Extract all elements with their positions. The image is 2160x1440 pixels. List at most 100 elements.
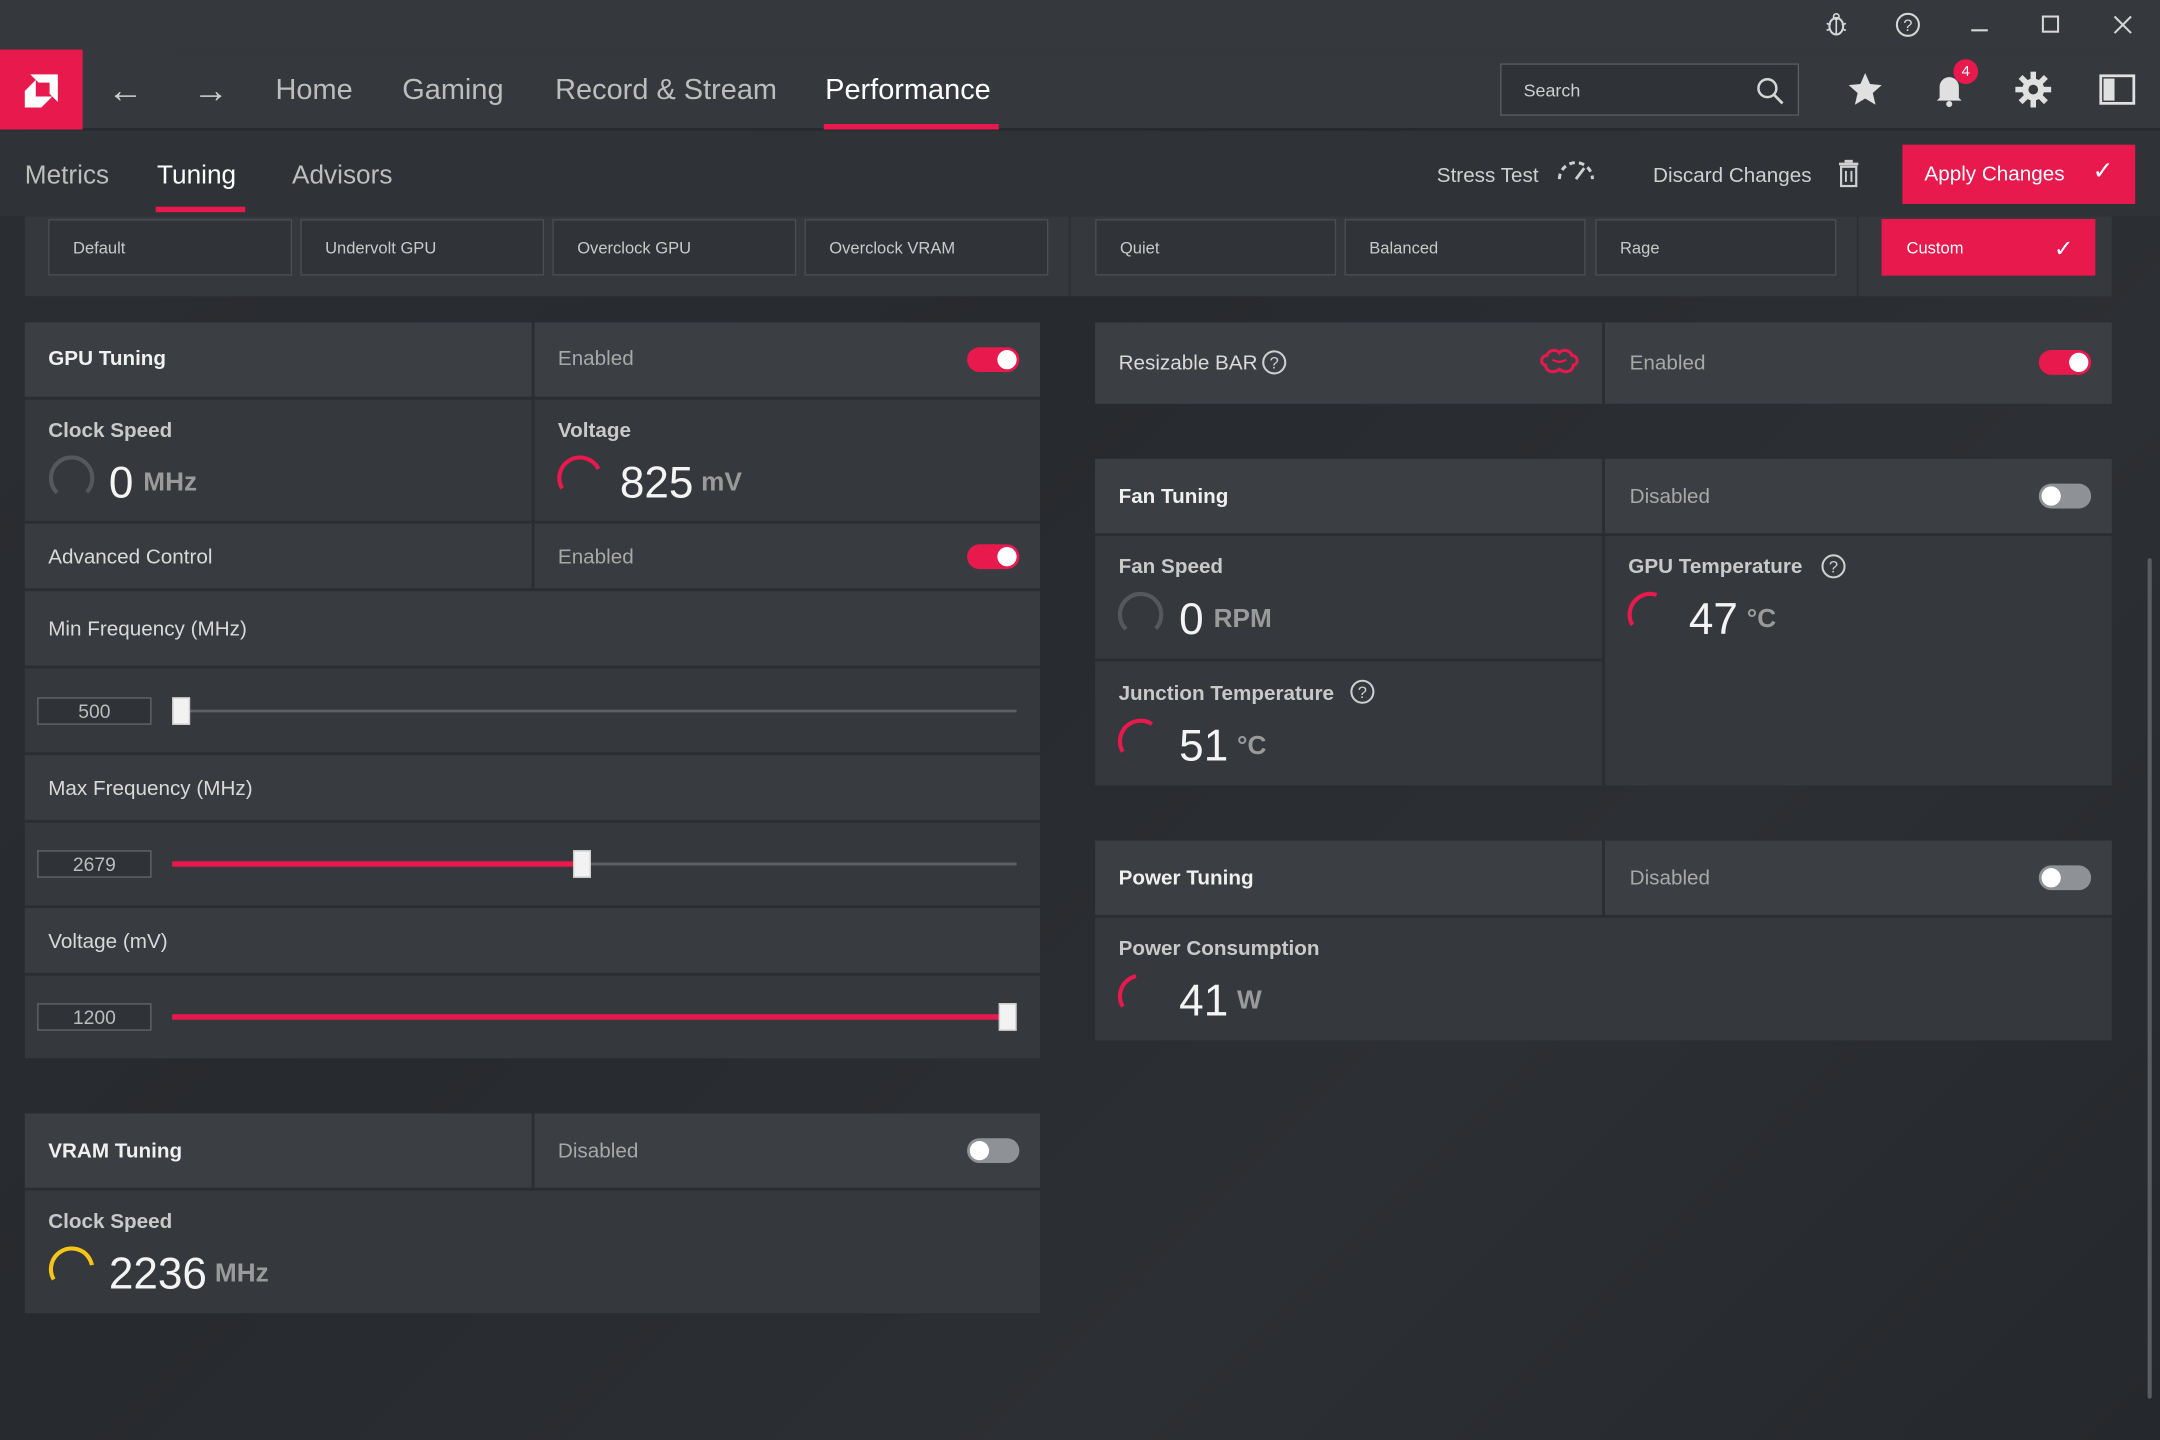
advanced-control-status: Enabled	[557, 545, 634, 570]
preset-row: Default Undervolt GPU Overclock GPU Over…	[24, 216, 2112, 297]
preset-overclock-vram[interactable]: Overclock VRAM	[804, 219, 1049, 276]
voltage-slider-row: Voltage (mV)	[24, 908, 1041, 973]
nav-gaming[interactable]: Gaming	[402, 74, 503, 107]
fan-tuning-header: Fan Tuning Disabled	[1095, 458, 2112, 534]
nav-record-stream[interactable]: Record & Stream	[555, 74, 777, 107]
preset-default[interactable]: Default	[48, 219, 293, 276]
vram-tuning-panel: VRAM Tuning Disabled Clock Speed 2236 MH…	[24, 1113, 1041, 1314]
fan-speed-value: 0	[1179, 593, 1204, 644]
close-icon[interactable]	[2106, 8, 2139, 41]
min-frequency-slider-thumb[interactable]	[172, 697, 191, 725]
help-circle-icon[interactable]: ?	[1820, 553, 1848, 581]
voltage-slider-thumb[interactable]	[998, 1003, 1017, 1031]
bug-report-icon[interactable]	[1820, 8, 1853, 41]
fan-tuning-status: Disabled	[1629, 485, 1711, 509]
min-frequency-input[interactable]: 500	[37, 697, 152, 725]
power-consumption-gauge-icon	[1117, 973, 1164, 1020]
voltage-input[interactable]: 1200	[37, 1003, 152, 1031]
power-consumption-unit: W	[1237, 986, 1262, 1016]
speedometer-icon[interactable]	[1555, 157, 1596, 185]
help-circle-icon[interactable]: ?	[1349, 678, 1377, 706]
amd-logo-icon[interactable]	[0, 49, 83, 130]
gpu-tuning-panel: GPU Tuning Enabled Clock Speed 0 MHz Vol…	[24, 322, 1041, 1059]
minimize-icon[interactable]	[1963, 8, 1996, 41]
star-favorite-icon[interactable]	[1845, 69, 1886, 110]
preset-custom-label: Custom	[1906, 238, 1964, 258]
max-frequency-row: Max Frequency (MHz)	[24, 755, 1041, 820]
help-circle-icon[interactable]: ?	[1891, 8, 1924, 41]
max-frequency-fill	[172, 861, 582, 867]
preset-custom[interactable]: Custom ✓	[1881, 219, 2096, 276]
clock-speed-unit: MHz	[143, 468, 198, 498]
fan-speed-unit: RPM	[1213, 604, 1272, 634]
svg-text:?: ?	[1270, 354, 1279, 373]
search-input[interactable]	[1501, 64, 1750, 115]
resizable-bar-panel: Resizable BAR ? Enabled	[1095, 322, 2112, 404]
max-frequency-input[interactable]: 2679	[37, 850, 152, 878]
tab-metrics[interactable]: Metrics	[25, 161, 109, 191]
apply-changes-label: Apply Changes	[1924, 162, 2065, 187]
tab-advisors[interactable]: Advisors	[292, 161, 392, 191]
row-divider	[1095, 658, 1603, 662]
preset-undervolt-gpu[interactable]: Undervolt GPU	[300, 219, 545, 276]
cell-divider	[531, 523, 535, 589]
sidebar-panel-icon[interactable]	[2097, 69, 2138, 110]
maximize-icon[interactable]	[2035, 8, 2068, 41]
preset-overclock-gpu[interactable]: Overclock GPU	[552, 219, 797, 276]
forward-arrow-icon[interactable]: →	[190, 69, 231, 110]
max-frequency-slider-thumb[interactable]	[573, 850, 591, 878]
help-circle-icon[interactable]: ?	[1260, 349, 1288, 377]
min-frequency-label: Min Frequency (MHz)	[48, 617, 247, 641]
preset-balanced[interactable]: Balanced	[1344, 219, 1586, 276]
vram-tuning-toggle[interactable]	[967, 1138, 1020, 1164]
junction-temperature-unit: °C	[1237, 731, 1267, 761]
clock-speed-label: Clock Speed	[48, 418, 173, 443]
search-icon[interactable]	[1755, 76, 1785, 106]
apply-changes-button[interactable]: Apply Changes ✓	[1902, 144, 2136, 204]
voltage-value: 825	[619, 457, 694, 508]
junction-temperature-label: Junction Temperature	[1118, 682, 1335, 706]
vram-tuning-status: Disabled	[557, 1139, 639, 1164]
svg-text:?: ?	[1903, 16, 1912, 35]
clock-speed-value: 0	[108, 457, 134, 508]
preset-quiet[interactable]: Quiet	[1095, 219, 1337, 276]
nav-home[interactable]: Home	[276, 74, 353, 107]
preset-rage[interactable]: Rage	[1595, 219, 1837, 276]
fan-speed-label: Fan Speed	[1118, 555, 1224, 579]
top-navigation: ← → Home Gaming Record & Stream Performa…	[0, 49, 2160, 130]
vram-clock-gauge-icon	[48, 1246, 95, 1292]
gear-icon[interactable]	[2013, 69, 2054, 110]
scrollbar[interactable]	[2147, 558, 2152, 1399]
power-tuning-toggle[interactable]	[2038, 865, 2092, 891]
preset-divider	[1856, 216, 1859, 297]
row-divider	[24, 665, 1041, 669]
cell-divider	[1602, 536, 1605, 786]
cell-divider	[531, 1113, 535, 1188]
gpu-tuning-status: Enabled	[557, 347, 634, 371]
back-arrow-icon[interactable]: ←	[105, 69, 146, 110]
advanced-control-toggle[interactable]	[967, 544, 1020, 570]
gpu-temperature-unit: °C	[1746, 604, 1777, 634]
resizable-bar-toggle[interactable]	[2038, 350, 2092, 375]
search-box	[1500, 63, 1800, 116]
gpu-temperature-label: GPU Temperature	[1628, 555, 1803, 579]
checkmark-icon: ✓	[2053, 235, 2074, 262]
trash-icon[interactable]	[1835, 158, 1863, 188]
preset-divider	[1068, 216, 1071, 297]
stress-test-button[interactable]: Stress Test	[1437, 164, 1539, 187]
discard-changes-button[interactable]: Discard Changes	[1653, 164, 1812, 187]
vram-clock-speed-unit: MHz	[214, 1259, 269, 1289]
gpu-tuning-title: GPU Tuning	[48, 347, 167, 371]
nav-performance[interactable]: Performance	[825, 74, 991, 107]
gpu-temperature-value: 47	[1688, 593, 1738, 644]
tab-tuning[interactable]: Tuning	[157, 161, 236, 191]
fan-tuning-toggle[interactable]	[2038, 483, 2092, 509]
notification-badge: 4	[1953, 59, 1979, 85]
resizable-bar-status: Enabled	[1629, 351, 1706, 375]
power-tuning-header: Power Tuning Disabled	[1095, 840, 2112, 915]
voltage-gauge-icon	[557, 455, 603, 501]
brain-smart-icon	[1540, 348, 1579, 374]
power-tuning-status: Disabled	[1629, 866, 1711, 891]
gpu-tuning-toggle[interactable]	[967, 347, 1020, 373]
svg-text:?: ?	[1829, 558, 1838, 577]
